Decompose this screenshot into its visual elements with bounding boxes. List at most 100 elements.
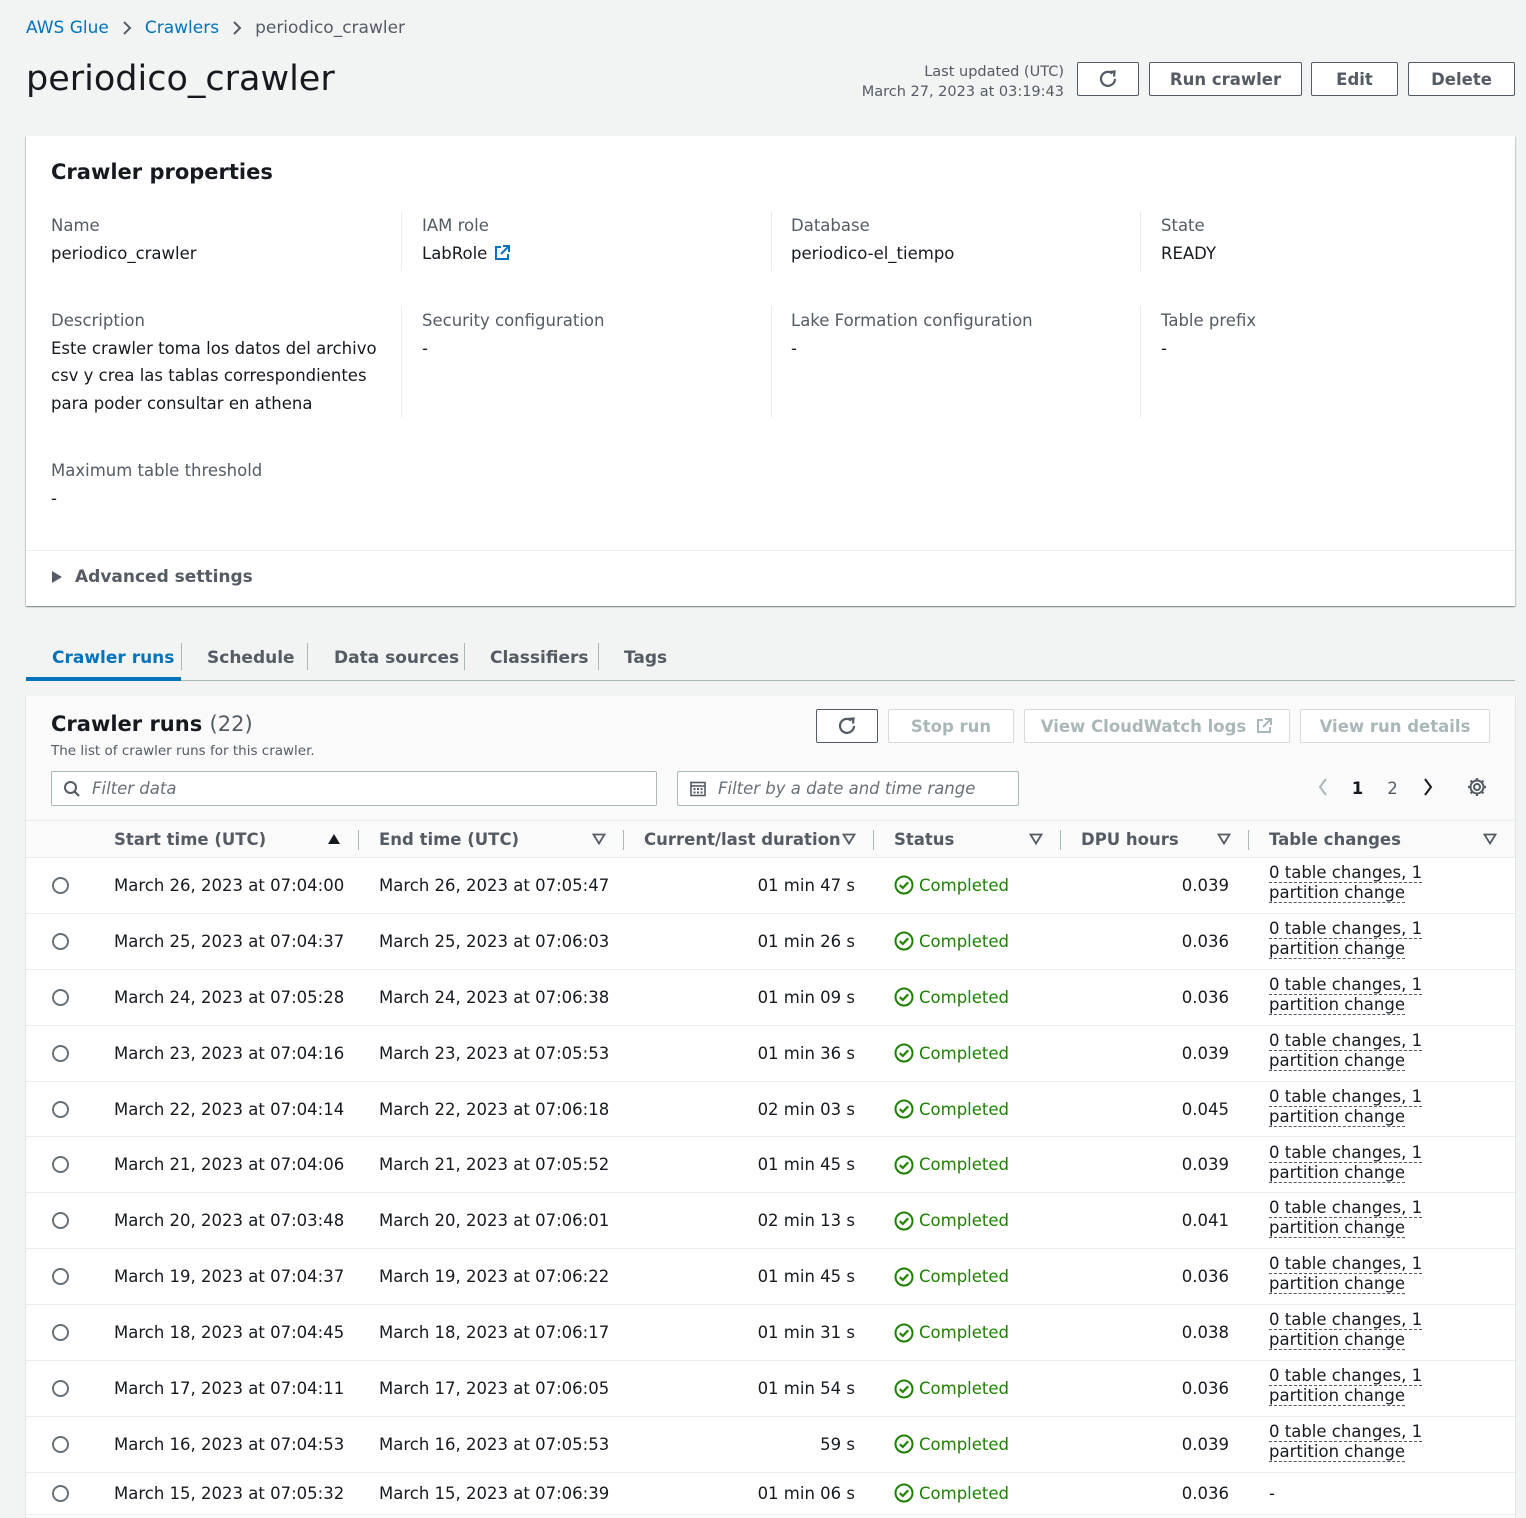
cell-duration: 01 min 45 s xyxy=(757,1267,855,1287)
cell-table-changes: 0 table changes, 1 partition change xyxy=(1269,1310,1491,1351)
stop-run-button[interactable]: Stop run xyxy=(888,709,1014,743)
description-line: Este crawler toma los datos del archivo xyxy=(51,338,377,358)
divider xyxy=(1248,830,1249,850)
cell-end-time: March 25, 2023 at 07:06:03 xyxy=(379,931,610,951)
iam-role-link[interactable]: LabRole xyxy=(422,240,511,268)
status-text: Completed xyxy=(919,875,1009,895)
page-1[interactable]: 1 xyxy=(1340,779,1375,798)
column-dpu-hours[interactable]: DPU hours xyxy=(1081,821,1179,857)
table-row[interactable]: March 19, 2023 at 07:04:37 March 19, 2023… xyxy=(26,1249,1515,1306)
table-header: Start time (UTC) End time (UTC) Current/… xyxy=(26,820,1515,858)
table-row[interactable]: March 23, 2023 at 07:04:16 March 23, 2023… xyxy=(26,1026,1515,1082)
row-select-radio[interactable] xyxy=(52,1380,69,1398)
tab-crawler-runs[interactable]: Crawler runs xyxy=(52,636,174,680)
runs-refresh-button[interactable] xyxy=(816,709,878,743)
row-select-radio[interactable] xyxy=(52,1156,69,1174)
table-row[interactable]: March 25, 2023 at 07:04:37 March 25, 2023… xyxy=(26,914,1515,970)
table-changes-link[interactable]: 0 table changes, 1 partition change xyxy=(1269,1030,1423,1071)
cell-table-changes: 0 table changes, 1 partition change xyxy=(1269,1142,1491,1183)
runs-title: Crawler runs (22) xyxy=(51,712,253,736)
column-end-time[interactable]: End time (UTC) xyxy=(379,821,519,857)
date-range-filter[interactable]: Filter by a date and time range xyxy=(677,771,1019,806)
row-select-radio[interactable] xyxy=(52,1435,69,1453)
row-select-radio[interactable] xyxy=(52,1324,69,1342)
cell-duration: 02 min 13 s xyxy=(757,1211,855,1231)
view-run-details-button[interactable]: View run details xyxy=(1300,709,1490,743)
status-success-icon xyxy=(894,1379,914,1399)
divider xyxy=(598,643,599,670)
delete-button[interactable]: Delete xyxy=(1408,62,1515,96)
status-completed: Completed xyxy=(894,1434,1009,1454)
next-page-icon[interactable] xyxy=(1410,777,1445,801)
run-crawler-button[interactable]: Run crawler xyxy=(1149,62,1302,96)
table-changes-link[interactable]: 0 table changes, 1 partition change xyxy=(1269,1198,1423,1239)
row-select-radio[interactable] xyxy=(52,988,69,1006)
sort-icon[interactable] xyxy=(842,832,856,846)
table-changes-link[interactable]: 0 table changes, 1 partition change xyxy=(1269,1422,1423,1462)
table-changes-link[interactable]: 0 table changes, 1 partition change xyxy=(1269,863,1423,903)
breadcrumb-aws-glue[interactable]: AWS Glue xyxy=(26,18,109,38)
row-select-radio[interactable] xyxy=(52,1044,69,1062)
pagination: 1 2 xyxy=(1305,771,1494,806)
status-completed: Completed xyxy=(894,1267,1009,1287)
row-select-radio[interactable] xyxy=(52,932,69,950)
table-changes-link[interactable]: 0 table changes, 1 partition change xyxy=(1269,1142,1423,1183)
table-row[interactable]: March 20, 2023 at 07:03:48 March 20, 2023… xyxy=(26,1193,1515,1250)
column-status[interactable]: Status xyxy=(894,821,954,857)
table-row[interactable]: March 17, 2023 at 07:04:11 March 17, 2023… xyxy=(26,1361,1515,1417)
previous-page-icon[interactable] xyxy=(1305,777,1340,801)
advanced-settings-toggle[interactable]: Advanced settings xyxy=(52,567,253,587)
status-completed: Completed xyxy=(894,1043,1009,1063)
table-row[interactable]: March 21, 2023 at 07:04:06 March 21, 2023… xyxy=(26,1138,1515,1194)
view-cloudwatch-logs-button[interactable]: View CloudWatch logs xyxy=(1024,709,1290,743)
cell-table-changes: 0 table changes, 1 partition change xyxy=(1269,1198,1491,1239)
row-select-radio[interactable] xyxy=(52,1268,69,1286)
prop-table-prefix: Table prefix - xyxy=(1161,307,1256,362)
row-select-radio[interactable] xyxy=(52,1100,69,1118)
sort-ascending-icon[interactable] xyxy=(327,832,341,846)
prop-label: State xyxy=(1161,216,1205,235)
table-row[interactable]: March 15, 2023 at 07:05:32 March 15, 2023… xyxy=(26,1473,1515,1515)
edit-button[interactable]: Edit xyxy=(1311,62,1398,96)
cell-end-time: March 16, 2023 at 07:05:53 xyxy=(379,1434,610,1454)
tab-classifiers[interactable]: Classifiers xyxy=(490,636,588,680)
tab-data-sources[interactable]: Data sources xyxy=(334,636,459,680)
table-row[interactable]: March 26, 2023 at 07:04:00 March 26, 2023… xyxy=(26,858,1515,914)
column-start-time[interactable]: Start time (UTC) xyxy=(114,821,266,857)
divider xyxy=(1060,830,1061,850)
column-table-changes[interactable]: Table changes xyxy=(1269,821,1401,857)
divider xyxy=(401,306,402,418)
breadcrumb-crawlers[interactable]: Crawlers xyxy=(145,18,219,38)
status-success-icon xyxy=(894,1099,914,1119)
table-changes-link[interactable]: 0 table changes, 1 partition change xyxy=(1269,918,1423,959)
table-changes-link[interactable]: 0 table changes, 1 partition change xyxy=(1269,1310,1423,1351)
row-select-radio[interactable] xyxy=(52,1484,69,1502)
prop-label: Lake Formation configuration xyxy=(791,311,1033,330)
table-changes-link[interactable]: 0 table changes, 1 partition change xyxy=(1269,974,1423,1015)
table-row[interactable]: March 24, 2023 at 07:05:28 March 24, 2023… xyxy=(26,970,1515,1026)
status-completed: Completed xyxy=(894,931,1009,951)
refresh-button[interactable] xyxy=(1077,62,1139,96)
table-changes-link[interactable]: 0 table changes, 1 partition change xyxy=(1269,1366,1423,1407)
cell-table-changes: 0 table changes, 1 partition change xyxy=(1269,1030,1491,1071)
table-row[interactable]: March 18, 2023 at 07:04:45 March 18, 2023… xyxy=(26,1305,1515,1362)
page-2[interactable]: 2 xyxy=(1375,779,1410,798)
sort-icon[interactable] xyxy=(1217,832,1231,846)
sort-icon[interactable] xyxy=(592,832,606,846)
settings-gear-icon[interactable] xyxy=(1459,776,1494,802)
sort-icon[interactable] xyxy=(1483,832,1497,846)
sort-icon[interactable] xyxy=(1029,832,1043,846)
filter-data-input[interactable]: Filter data xyxy=(51,771,657,806)
status-completed: Completed xyxy=(894,987,1009,1007)
cell-duration: 01 min 47 s xyxy=(757,875,855,895)
table-changes-link[interactable]: 0 table changes, 1 partition change xyxy=(1269,1254,1423,1295)
tab-tags[interactable]: Tags xyxy=(624,636,667,680)
table-row[interactable]: March 16, 2023 at 07:04:53 March 16, 2023… xyxy=(26,1417,1515,1473)
row-select-radio[interactable] xyxy=(52,876,69,894)
column-duration[interactable]: Current/last duration xyxy=(644,821,841,857)
row-select-radio[interactable] xyxy=(52,1212,69,1230)
table-row[interactable]: March 22, 2023 at 07:04:14 March 22, 2023… xyxy=(26,1082,1515,1138)
tab-schedule[interactable]: Schedule xyxy=(207,636,295,680)
status-text: Completed xyxy=(919,1483,1009,1503)
table-changes-link[interactable]: 0 table changes, 1 partition change xyxy=(1269,1086,1423,1127)
